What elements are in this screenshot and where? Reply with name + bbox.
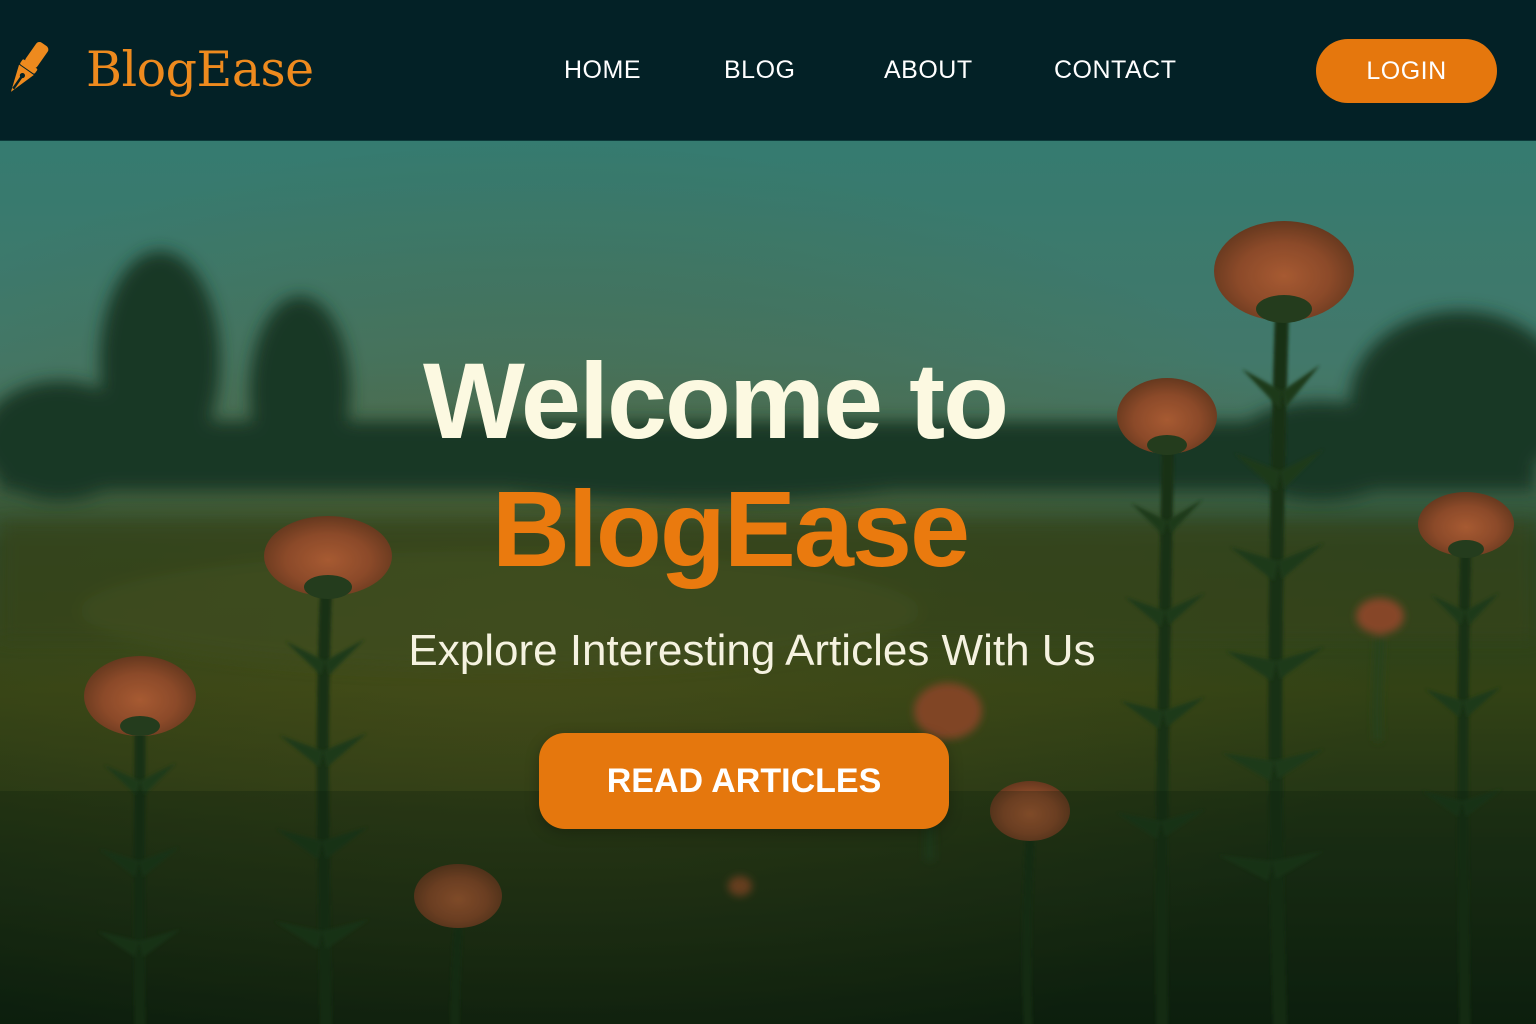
hero-title-brand: BlogEase — [491, 468, 970, 589]
navbar: BlogEase HOME BLOG ABOUT CONTACT LOGIN — [0, 0, 1536, 141]
page: BlogEase HOME BLOG ABOUT CONTACT LOGIN W… — [0, 0, 1536, 1024]
brand-name: BlogEase — [86, 41, 314, 98]
hero-content: Welcome to BlogEase Explore Interesting … — [0, 141, 1536, 1024]
hero-subtitle: Explore Interesting Articles With Us — [408, 626, 1096, 675]
hero-section: Welcome to BlogEase Explore Interesting … — [0, 141, 1536, 1024]
hero-title-line1: Welcome to — [422, 340, 1009, 461]
login-button[interactable]: LOGIN — [1316, 39, 1497, 103]
nav-link-about[interactable]: ABOUT — [884, 52, 973, 88]
nav-link-home[interactable]: HOME — [564, 52, 641, 88]
read-articles-button[interactable]: READ ARTICLES — [539, 733, 949, 829]
nav-link-blog[interactable]: BLOG — [724, 52, 795, 88]
brand-logo[interactable]: BlogEase — [2, 34, 314, 104]
pen-nib-icon — [10, 41, 49, 92]
nav-link-contact[interactable]: CONTACT — [1054, 52, 1176, 88]
